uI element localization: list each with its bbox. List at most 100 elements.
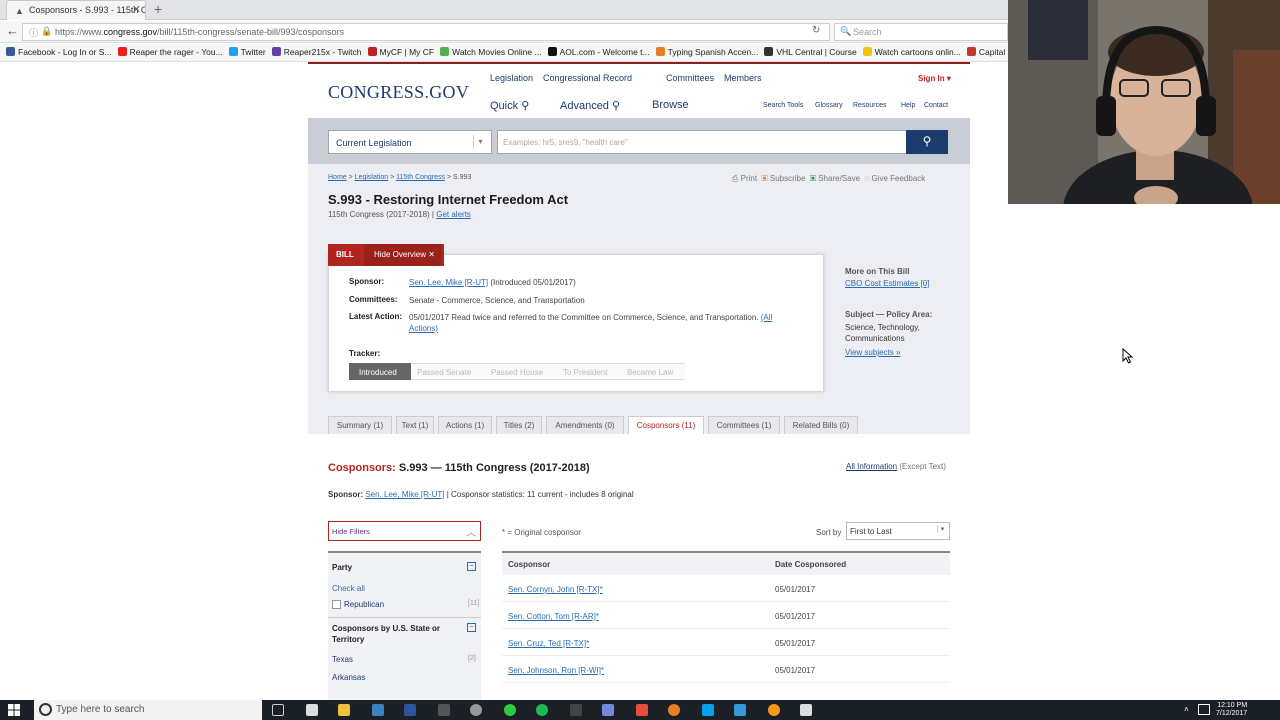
bookmark-item[interactable]: Facebook - Log In or S...	[6, 47, 112, 57]
bookmark-label: Twitter	[240, 47, 266, 57]
subscribe-link[interactable]: ▣ Subscribe	[762, 174, 806, 183]
collapse-icon[interactable]: −	[467, 623, 476, 632]
advanced-search-link[interactable]: Advanced ⚲	[560, 99, 620, 112]
app-icon[interactable]	[470, 704, 482, 716]
hide-overview-button[interactable]: Hide Overview ✕	[364, 244, 441, 266]
bookmark-item[interactable]: VHL Central | Course	[764, 47, 857, 57]
bookmark-item[interactable]: MyCF | My CF	[367, 47, 434, 57]
tab-title: Cosponsors - S.993 - 115th C	[29, 5, 146, 15]
new-tab-icon[interactable]: +	[154, 1, 162, 17]
store-icon[interactable]	[372, 704, 384, 716]
back-arrow-icon[interactable]: ←	[6, 23, 19, 38]
texas-filter[interactable]: Texas	[332, 655, 353, 664]
spotify-icon[interactable]	[536, 704, 548, 716]
taskbar-search-input[interactable]: Type here to search	[34, 700, 262, 720]
app-icon[interactable]	[438, 704, 450, 716]
nav-committees[interactable]: Committees	[666, 73, 714, 83]
check-all-link[interactable]: Check all	[332, 584, 365, 593]
bookmark-item[interactable]: AOL.com - Welcome t...	[547, 47, 650, 57]
collection-select[interactable]: Current Legislation ▾	[328, 130, 492, 154]
app-icon[interactable]	[800, 704, 812, 716]
sort-select[interactable]: First to Last ▾	[846, 522, 950, 540]
tab-related-bills[interactable]: Related Bills (0)	[784, 416, 858, 435]
nav-members[interactable]: Members	[724, 73, 762, 83]
reload-icon[interactable]: ↻	[812, 25, 820, 36]
tray-chevron-icon[interactable]: ˄	[1184, 705, 1189, 714]
bookmark-item[interactable]: Reaper the rager - You...	[117, 47, 223, 57]
glossary-link[interactable]: Glossary	[815, 102, 843, 109]
tab-committees[interactable]: Committees (1)	[708, 416, 780, 435]
resources-link[interactable]: Resources	[853, 102, 886, 109]
app-icon[interactable]	[668, 704, 680, 716]
calculator-icon[interactable]	[306, 704, 318, 716]
republican-checkbox[interactable]	[332, 600, 341, 609]
cosponsor-link[interactable]: Sen. Johnson, Ron [R-WI]*	[508, 666, 604, 675]
breadcrumb-legislation[interactable]: Legislation	[355, 174, 388, 181]
cosponsor-link[interactable]: Sen. Cornyn, John [R-TX]*	[508, 585, 603, 594]
bookmark-item[interactable]: Typing Spanish Accen...	[655, 47, 758, 57]
app-icon[interactable]	[570, 704, 582, 716]
app-icon[interactable]	[734, 704, 746, 716]
browser-tab[interactable]: ▲ Cosponsors - S.993 - 115th C ✕	[6, 0, 146, 20]
tab-text[interactable]: Text (1)	[396, 416, 434, 435]
tab-amendments[interactable]: Amendments (0)	[546, 416, 624, 435]
firefox-icon[interactable]	[768, 704, 780, 716]
contact-link[interactable]: Contact	[924, 102, 948, 109]
congress-gov-logo[interactable]: CONGRESS.GOV	[328, 82, 469, 103]
nav-legislation[interactable]: Legislation	[490, 73, 533, 83]
nav-congressional-record[interactable]: Congressional Record	[543, 73, 632, 83]
tab-cosponsors[interactable]: Cosponsors (11)	[628, 416, 704, 436]
help-link[interactable]: Help	[901, 102, 915, 109]
arkansas-filter[interactable]: Arkansas	[332, 673, 365, 682]
get-alerts-link[interactable]: Get alerts	[436, 210, 471, 219]
feedback-link[interactable]: ◌ Give Feedback	[864, 174, 925, 183]
browser-search-box[interactable]: 🔍 Search	[834, 23, 1008, 41]
all-information-link[interactable]: All Information (Except Text)	[846, 462, 946, 471]
search-button[interactable]: ⚲	[906, 130, 948, 154]
bookmark-item[interactable]: Reaper215x - Twitch	[271, 47, 362, 57]
search-input[interactable]: Examples: hr5, sres9, "health care"	[497, 130, 907, 154]
cosponsor-link[interactable]: Sen. Cotton, Tom [R-AR]*	[508, 612, 599, 621]
search-tools-link[interactable]: Search Tools	[763, 102, 803, 109]
close-tab-icon[interactable]: ✕	[132, 3, 141, 16]
cosponsor-link[interactable]: Sen. Cruz, Ted [R-TX]*	[508, 639, 589, 648]
system-clock[interactable]: 12:10 PM 7/12/2017	[1216, 702, 1247, 718]
latest-action-label: Latest Action:	[349, 312, 403, 321]
sponsor-link[interactable]: Sen. Lee, Mike [R-UT]	[365, 490, 444, 499]
bookmark-item[interactable]: Watch cartoons onlin...	[862, 47, 961, 57]
committees-value: Senate - Commerce, Science, and Transpor…	[409, 296, 585, 305]
sponsor-label: Sponsor:	[328, 490, 364, 499]
bookmark-item[interactable]: Watch Movies Online ...	[440, 47, 542, 57]
app-icon[interactable]	[504, 704, 516, 716]
share-link[interactable]: ▣ Share/Save	[810, 174, 860, 183]
cbo-link[interactable]: CBO Cost Estimates [0]	[845, 279, 941, 288]
file-explorer-icon[interactable]	[338, 704, 350, 716]
tab-titles[interactable]: Titles (2)	[496, 416, 542, 435]
breadcrumb-home[interactable]: Home	[328, 174, 347, 181]
bill-overview-card: Sponsor: Sen. Lee, Mike [R-UT] (Introduc…	[328, 254, 824, 392]
browse-link[interactable]: Browse	[652, 99, 689, 111]
word-icon[interactable]	[404, 704, 416, 716]
breadcrumb-congress[interactable]: 115th Congress	[396, 174, 445, 181]
bookmark-label: Reaper the rager - You...	[129, 47, 223, 57]
quick-search-link[interactable]: Quick ⚲	[490, 99, 529, 112]
task-view-icon[interactable]	[272, 704, 284, 716]
discord-icon[interactable]	[602, 704, 614, 716]
bookmark-item[interactable]: Twitter	[228, 47, 266, 57]
sponsor-link[interactable]: Sen. Lee, Mike [R-UT]	[409, 278, 488, 287]
hide-filters-button[interactable]: Hide Filters ︿	[328, 521, 481, 541]
windows-start-icon[interactable]	[8, 704, 20, 716]
tab-summary[interactable]: Summary (1)	[328, 416, 392, 435]
original-cosponsor-note: * = Original cosponsor	[502, 528, 581, 537]
view-subjects-link[interactable]: View subjects »	[845, 348, 941, 357]
app-icon[interactable]	[702, 704, 714, 716]
tab-actions[interactable]: Actions (1)	[438, 416, 492, 435]
app-icon[interactable]	[636, 704, 648, 716]
print-link[interactable]: ⎙ Print	[732, 174, 757, 183]
network-icon[interactable]	[1198, 704, 1210, 715]
collapse-icon[interactable]: −	[467, 562, 476, 571]
bookmark-item[interactable]: Capital One Onlin	[966, 47, 1008, 57]
address-bar[interactable]: ⓘ 🔒 https://www.congress.gov/bill/115th-…	[22, 23, 830, 41]
sign-in-link[interactable]: Sign In ▾	[918, 74, 951, 83]
info-icon[interactable]: ⓘ	[29, 26, 38, 39]
